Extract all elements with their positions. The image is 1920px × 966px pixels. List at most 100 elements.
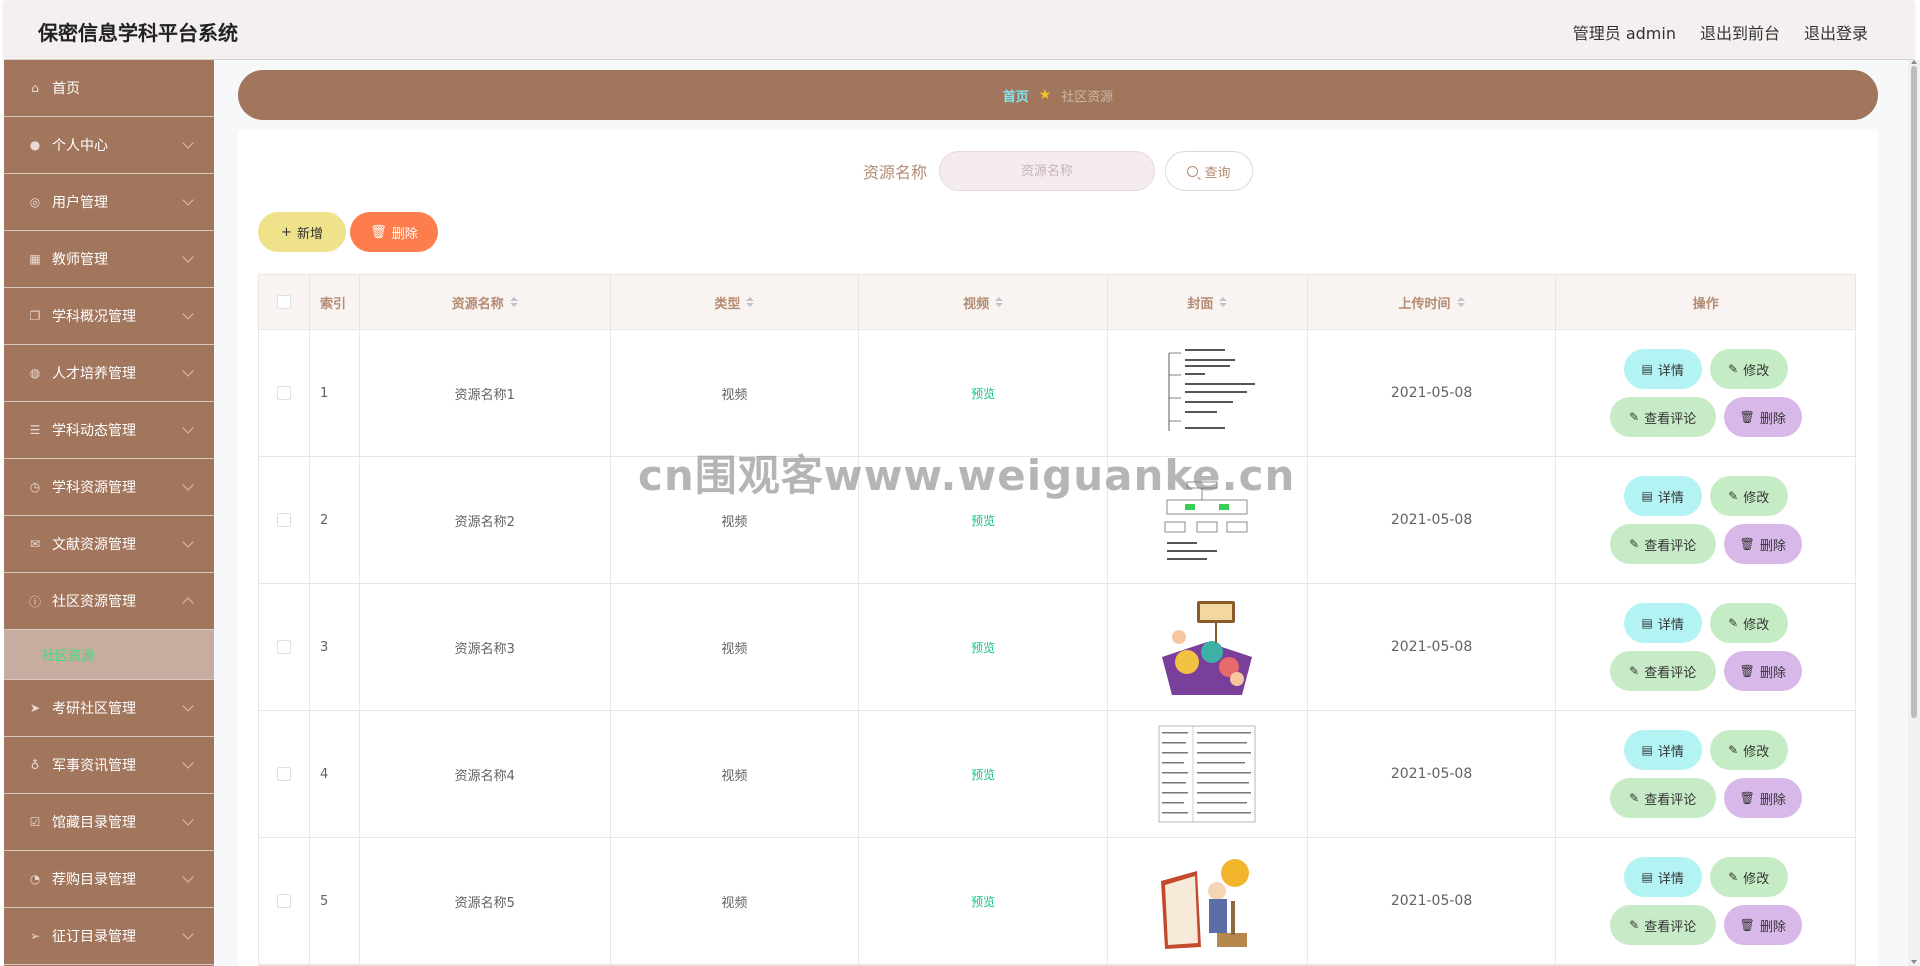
edit-button[interactable]: ✎ 修改 [1709,603,1788,643]
sidebar-item-community-resources[interactable]: ⓘ 社区资源管理 [4,573,214,630]
copy-icon: ❐ [29,309,41,323]
sort-icon[interactable] [1456,297,1465,307]
sidebar-item-home[interactable]: ⌂ 首页 [4,60,214,117]
document-icon: ▤ [1641,489,1653,503]
sidebar-subitem-community-resource[interactable]: 社区资源 [4,630,214,680]
select-all-checkbox[interactable] [276,295,291,309]
video-preview-link[interactable]: 预览 [971,893,995,910]
header-upload-time[interactable]: 上传时间 [1308,275,1557,329]
table-row: 4 资源名称4 视频 预览 2021-05-08 ▤ 详情 ✎ 修改 ✎ 查看评… [259,711,1855,838]
add-button[interactable]: + 新增 [258,212,346,252]
cover-thumbnail[interactable] [1157,597,1258,697]
row-name: 资源名称1 [360,330,611,456]
header-name[interactable]: 资源名称 [360,275,611,329]
sidebar-item-literature-resources[interactable]: ✉ 文献资源管理 [4,516,214,573]
breadcrumb-home[interactable]: 首页 [1003,86,1029,105]
logout-link[interactable]: 退出登录 [1804,20,1868,44]
cover-thumbnail[interactable] [1157,470,1258,570]
sidebar-item-exam-community[interactable]: ➤ 考研社区管理 [4,680,214,737]
sort-icon[interactable] [1219,297,1228,307]
search-input[interactable] [939,151,1155,191]
scroll-down-icon[interactable] [1911,960,1917,964]
sort-icon[interactable] [995,297,1004,307]
header-video[interactable]: 视频 [859,275,1108,329]
sidebar-item-subscription-catalog[interactable]: ➢ 征订目录管理 [4,908,214,965]
cover-thumbnail[interactable] [1157,851,1258,951]
row-index: 4 [310,711,360,837]
video-preview-link[interactable]: 预览 [971,766,995,783]
delete-button[interactable]: 🗑 删除 [1723,778,1802,818]
detail-button[interactable]: ▤ 详情 [1623,730,1702,770]
search-bar: 资源名称 查询 [238,151,1878,191]
video-preview-link[interactable]: 预览 [971,512,995,529]
detail-button[interactable]: ▤ 详情 [1623,476,1702,516]
cover-thumbnail[interactable] [1157,343,1258,443]
edit-button[interactable]: ✎ 修改 [1709,476,1788,516]
row-index: 1 [310,330,360,456]
row-checkbox[interactable] [276,894,291,908]
batch-delete-button[interactable]: 🗑 删除 [350,212,438,252]
action-bar: + 新增 🗑 删除 [258,212,438,252]
row-checkbox[interactable] [276,513,291,527]
row-checkbox[interactable] [276,640,291,654]
detail-button[interactable]: ▤ 详情 [1623,603,1702,643]
row-checkbox[interactable] [276,767,291,781]
sidebar-item-teacher-management[interactable]: ▦ 教师管理 [4,231,214,288]
delete-button[interactable]: 🗑 删除 [1723,397,1802,437]
sidebar-item-label: 用户管理 [52,195,108,211]
globe-icon: ◍ [29,366,41,380]
view-comments-button[interactable]: ✎ 查看评论 [1609,524,1716,564]
row-upload-time: 2021-05-08 [1390,766,1473,782]
vertical-scrollbar[interactable] [1908,60,1920,966]
chevron-down-icon [182,536,194,548]
video-preview-link[interactable]: 预览 [971,639,995,656]
sidebar-item-label: 教师管理 [52,252,108,268]
search-button[interactable]: 查询 [1165,151,1253,191]
search-icon [1187,165,1199,177]
sidebar-item-user-management[interactable]: ◎ 用户管理 [4,174,214,231]
sidebar-item-recommend-catalog[interactable]: ◔ 荐购目录管理 [4,851,214,908]
sidebar-item-label: 社区资源管理 [52,594,136,610]
pencil-icon: ✎ [1728,616,1739,630]
edit-button[interactable]: ✎ 修改 [1709,857,1788,897]
chevron-down-icon [182,479,194,491]
video-preview-link[interactable]: 预览 [971,385,995,402]
sidebar-item-talent-training[interactable]: ◍ 人才培养管理 [4,345,214,402]
pencil-icon: ✎ [1629,537,1640,551]
detail-button[interactable]: ▤ 详情 [1623,349,1702,389]
row-upload-time: 2021-05-08 [1390,385,1473,401]
scrollbar-thumb[interactable] [1911,66,1917,718]
plus-icon: + [281,224,292,240]
sidebar-item-military-news[interactable]: ♁ 军事资讯管理 [4,737,214,794]
breadcrumb-current: 社区资源 [1061,89,1114,105]
table-row: 1 资源名称1 视频 预览 2021-05-08 ▤ 详情 ✎ 修改 ✎ 查看评… [259,330,1855,457]
sidebar-item-discipline-overview[interactable]: ❐ 学科概况管理 [4,288,214,345]
row-checkbox[interactable] [276,386,291,400]
list-icon: ☰ [29,423,41,437]
pencil-icon: ✎ [1629,410,1640,424]
delete-button[interactable]: 🗑 删除 [1723,524,1802,564]
view-comments-button[interactable]: ✎ 查看评论 [1609,778,1716,818]
table-row: 3 资源名称3 视频 预览 2021-05-08 ▤ 详情 ✎ 修改 ✎ 查看评… [259,584,1855,711]
sort-icon[interactable] [509,297,518,307]
header-type[interactable]: 类型 [611,275,860,329]
view-comments-button[interactable]: ✎ 查看评论 [1609,905,1716,945]
scroll-up-icon[interactable] [1911,60,1917,64]
sidebar-item-personal-center[interactable]: ● 个人中心 [4,117,214,174]
header-cover[interactable]: 封面 [1108,275,1308,329]
mic-icon: ♁ [30,758,40,772]
detail-button[interactable]: ▤ 详情 [1623,857,1702,897]
view-comments-button[interactable]: ✎ 查看评论 [1609,397,1716,437]
delete-button[interactable]: 🗑 删除 [1723,651,1802,691]
sidebar-item-discipline-news[interactable]: ☰ 学科动态管理 [4,402,214,459]
sort-icon[interactable] [746,297,755,307]
edit-button[interactable]: ✎ 修改 [1709,349,1788,389]
view-comments-button[interactable]: ✎ 查看评论 [1609,651,1716,691]
edit-button[interactable]: ✎ 修改 [1709,730,1788,770]
sidebar-item-collection-catalog[interactable]: ☑ 馆藏目录管理 [4,794,214,851]
cover-thumbnail[interactable] [1157,724,1258,824]
sidebar-item-label: 个人中心 [52,138,108,154]
sidebar-item-discipline-resources[interactable]: ◷ 学科资源管理 [4,459,214,516]
delete-button[interactable]: 🗑 删除 [1723,905,1802,945]
exit-to-front-link[interactable]: 退出到前台 [1700,20,1780,44]
